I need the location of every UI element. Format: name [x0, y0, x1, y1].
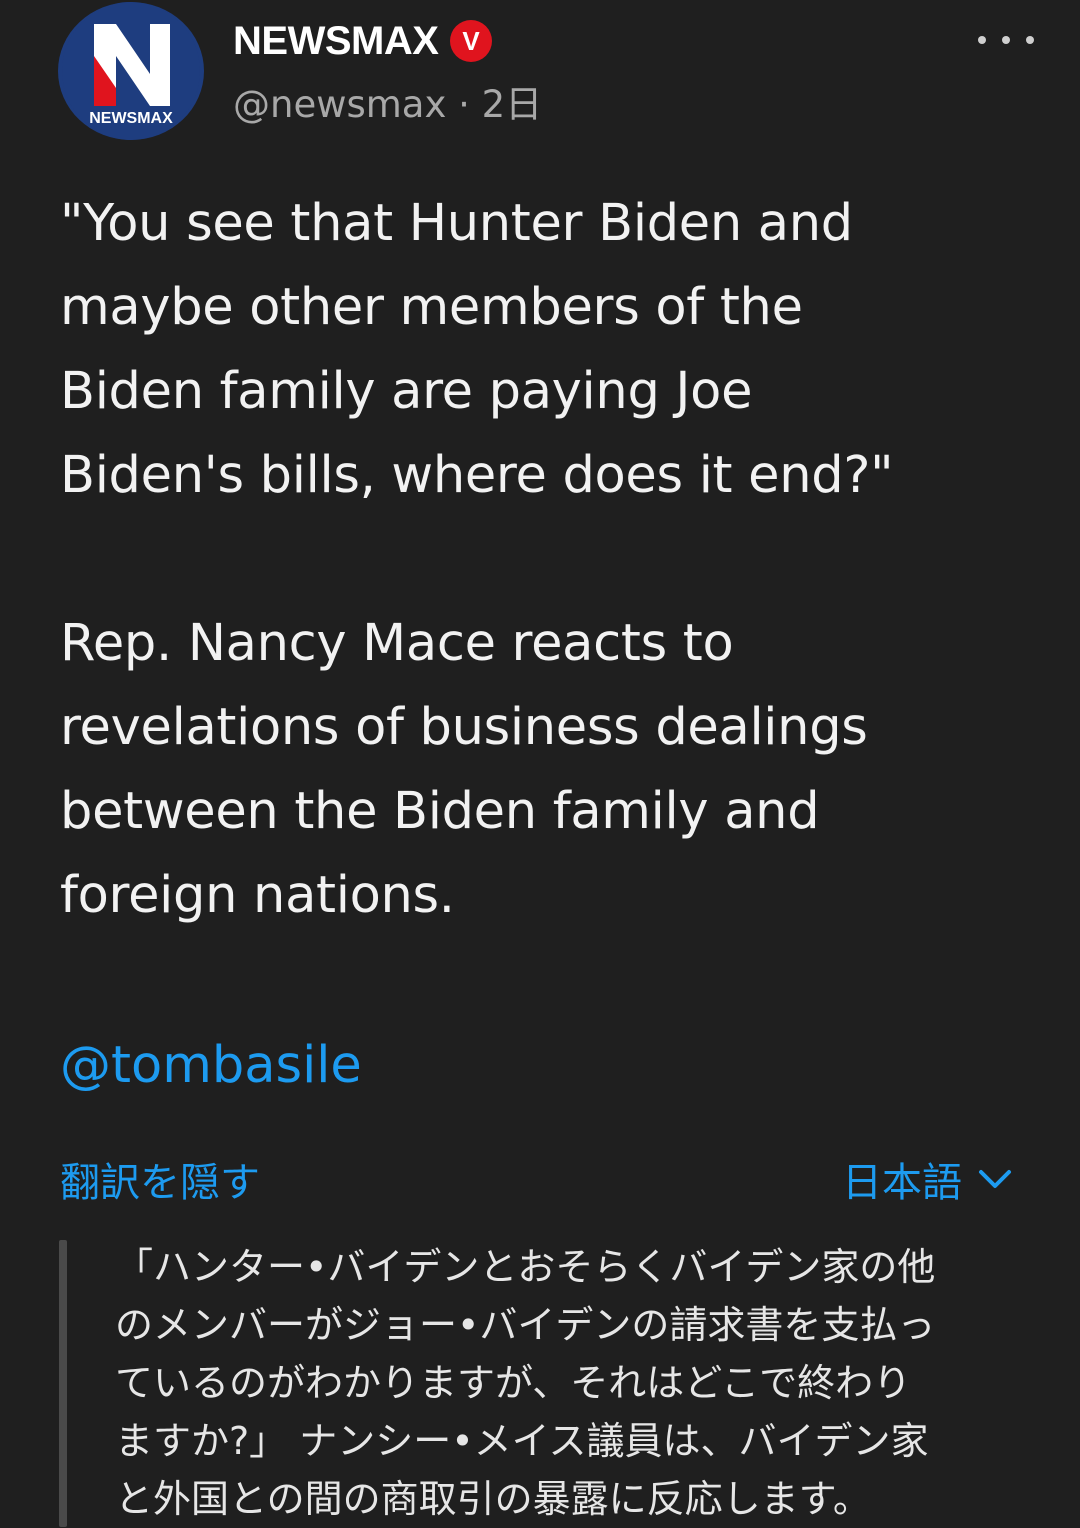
tweet-line: revelations of business dealings	[60, 698, 868, 757]
tweet-quote-paragraph: "You see that Hunter Biden and maybe oth…	[60, 182, 960, 518]
translated-line: 「ハンター•バイデンとおそらくバイデン家の他	[115, 1245, 936, 1289]
hide-translation-button[interactable]: 翻訳を隠す	[60, 1150, 260, 1208]
translated-text: 「ハンター•バイデンとおそらくバイデン家の他 のメンバーがジョー•バイデンの請求…	[115, 1238, 1035, 1528]
separator: ·	[458, 83, 470, 126]
translated-line: ているのがわかりますが、それはどこで終わり	[115, 1361, 912, 1405]
chevron-down-icon	[979, 1170, 1011, 1188]
tweet-line: foreign nations.	[60, 866, 455, 925]
display-name[interactable]: NEWSMAX	[233, 19, 439, 64]
tweet-description-paragraph: Rep. Nancy Mace reacts to revelations of…	[60, 602, 960, 938]
translated-line: のメンバーがジョー•バイデンの請求書を支払っ	[115, 1303, 936, 1347]
avatar[interactable]: NEWSMAX	[58, 2, 204, 140]
translated-line: と外国との間の商取引の暴露に反応します。	[115, 1477, 871, 1521]
timestamp[interactable]: 2日	[482, 83, 543, 126]
translation-language-label: 日本語	[842, 1160, 962, 1206]
translation-quote-bar	[59, 1240, 67, 1527]
tweet-line: Rep. Nancy Mace reacts to	[60, 614, 734, 673]
tweet-line: "You see that Hunter Biden and	[60, 194, 853, 253]
newsmax-logo: NEWSMAX	[62, 2, 200, 140]
mention-link[interactable]: @tombasile	[60, 1024, 362, 1108]
verified-badge-icon: V	[450, 20, 493, 62]
tweet-line: Biden's bills, where does it end?"	[60, 446, 894, 505]
tweet-line: Biden family are paying Joe	[60, 362, 753, 421]
more-horizontal-icon	[1002, 36, 1010, 44]
more-horizontal-icon	[1026, 36, 1034, 44]
author-name-row: NEWSMAX V	[233, 14, 493, 68]
translation-language-select[interactable]: 日本語	[842, 1150, 1012, 1208]
handle[interactable]: @newsmax	[233, 83, 446, 126]
translated-line: ますか?」 ナンシー•メイス議員は、バイデン家	[115, 1419, 929, 1463]
avatar-logo-text: NEWSMAX	[89, 110, 173, 127]
tweet-line: between the Biden family and	[60, 782, 820, 841]
more-options-button[interactable]	[978, 22, 1034, 58]
tweet-line: maybe other members of the	[60, 278, 803, 337]
more-horizontal-icon	[978, 36, 986, 44]
handle-row: @newsmax · 2日	[233, 74, 542, 128]
verified-badge-letter: V	[463, 26, 481, 56]
